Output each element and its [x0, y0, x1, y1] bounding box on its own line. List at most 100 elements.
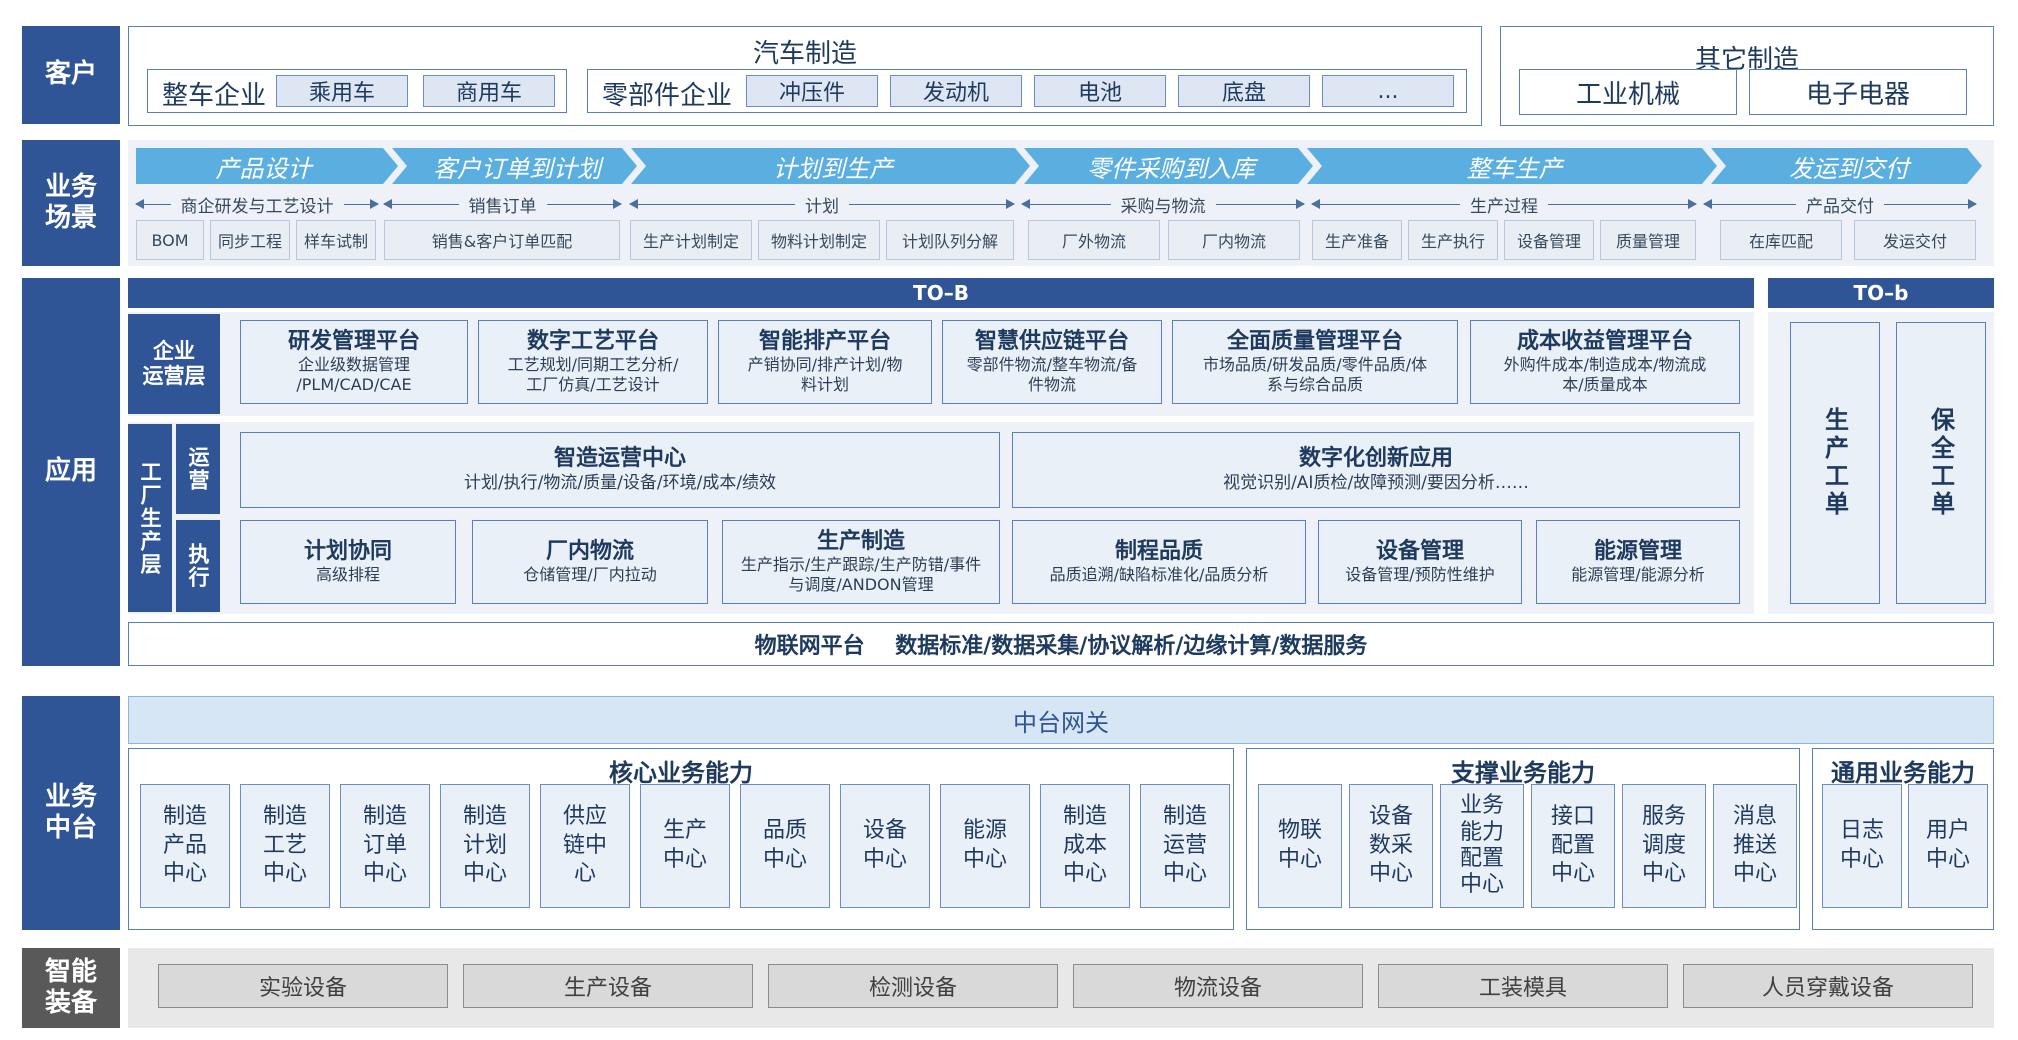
scenario-item: 厂内物流 [1168, 220, 1300, 260]
exec-box: 制程品质 品质追溯/缺陷标准化/品质分析 [1012, 520, 1306, 604]
capability-center: 制造 产品 中心 [140, 784, 230, 908]
parts-type-chip: ... [1322, 75, 1454, 107]
capability-center: 品质 中心 [740, 784, 830, 908]
scenario-item: 质量管理 [1600, 220, 1696, 260]
ops-center-box: 智造运营中心 计划/执行/物流/质量/设备/环境/成本/绩效 [240, 432, 1000, 508]
middle-gateway-bar: 中台网关 [128, 696, 1994, 744]
exec-box: 生产制造 生产指示/生产跟踪/生产防错/事件 与调度/ANDON管理 [722, 520, 1000, 604]
capability-center: 制造 成本 中心 [1040, 784, 1130, 908]
parts-enterprise-label: 零部件企业 [602, 81, 733, 111]
section-equipment-label: 智能 装备 [22, 948, 120, 1028]
capability-center: 业务 能力 配置 中心 [1440, 784, 1524, 908]
exec-box: 能源管理 能源管理/能源分析 [1536, 520, 1740, 604]
section-arrow: 产品交付 [1703, 192, 1977, 217]
scenario-item: 发运交付 [1854, 220, 1976, 260]
tob-header: TO–B [128, 278, 1754, 308]
scenario-item: 销售&客户订单匹配 [384, 220, 620, 260]
stage-product-design: 产品设计 [215, 154, 312, 183]
capability-center: 设备 中心 [840, 784, 930, 908]
section-application-label: 应用 [22, 278, 120, 666]
scenario-panel: 产品设计 客户订单到计划 计划到生产 零件采购到入库 整车生产 发运到交付 商企… [128, 140, 1994, 266]
platform-box: 智慧供应链平台 零部件物流/整车物流/备 件物流 [942, 320, 1162, 404]
section-arrow: 生产过程 [1311, 192, 1697, 217]
section-arrow: 计划 [629, 192, 1015, 217]
scenario-item: 生产准备 [1312, 220, 1402, 260]
scenario-item: 在库匹配 [1720, 220, 1842, 260]
capability-center: 制造 计划 中心 [440, 784, 530, 908]
parts-type-chip: 冲压件 [746, 75, 878, 107]
section-arrow: 销售订单 [383, 192, 622, 217]
capability-center: 能源 中心 [940, 784, 1030, 908]
tob-small-header: TO–b [1768, 278, 1994, 308]
factory-layer-label: 工厂生产层 [128, 424, 172, 612]
other-manufacturing-panel: 其它制造 工业机械 电子电器 [1500, 26, 1994, 126]
exec-label: 执行 [176, 520, 220, 612]
exec-box: 计划协同 高级排程 [240, 520, 456, 604]
section-middle-label: 业务 中台 [22, 696, 120, 930]
vehicle-enterprise-group: 整车企业 乘用车 商用车 [147, 69, 567, 113]
capability-center: 日志 中心 [1822, 784, 1902, 908]
parts-type-chip: 电池 [1034, 75, 1166, 107]
stage-shipping-delivery: 发运到交付 [1789, 154, 1909, 183]
capability-center: 用户 中心 [1908, 784, 1988, 908]
vehicle-type-chip: 乘用车 [276, 75, 408, 107]
section-scenario-label: 业务 场景 [22, 140, 120, 266]
scenario-item: 计划队列分解 [886, 220, 1014, 260]
enterprise-layer-label: 企业 运营层 [128, 314, 220, 414]
platform-box: 智能排产平台 产销协同/排产计划/物 料计划 [718, 320, 932, 404]
platform-box: 研发管理平台 企业级数据管理 /PLM/CAD/CAE [240, 320, 468, 404]
scenario-item: 生产执行 [1408, 220, 1498, 260]
capability-center: 供应 链中 心 [540, 784, 630, 908]
stage-parts-procurement: 零件采购到入库 [1087, 154, 1255, 183]
capability-center: 物联 中心 [1258, 784, 1342, 908]
support-capability-title: 支撑业务能力 [1451, 759, 1595, 787]
equipment-item: 物流设备 [1073, 964, 1363, 1008]
digital-innovation-box: 数字化创新应用 视觉识别/AI质检/故障预测/要因分析…… [1012, 432, 1740, 508]
scenario-item: 物料计划制定 [758, 220, 880, 260]
platform-box: 数字工艺平台 工艺规划/同期工艺分析/ 工厂仿真/工艺设计 [478, 320, 708, 404]
section-arrow: 采购与物流 [1021, 192, 1305, 217]
equipment-item: 检测设备 [768, 964, 1058, 1008]
section-arrow: 商企研发与工艺设计 [135, 192, 379, 217]
stage-order-to-plan: 客户订单到计划 [433, 154, 601, 183]
capability-center: 制造 工艺 中心 [240, 784, 330, 908]
auto-manufacturing-panel: 汽车制造 整车企业 乘用车 商用车 零部件企业 冲压件 发动机 电池 底盘 ..… [128, 26, 1482, 126]
section-customer-label: 客户 [22, 26, 120, 124]
scenario-item: 设备管理 [1504, 220, 1594, 260]
industry-box: 电子电器 [1749, 69, 1967, 115]
core-capability-title: 核心业务能力 [609, 759, 753, 787]
capability-center: 接口 配置 中心 [1531, 784, 1615, 908]
industry-box: 工业机械 [1519, 69, 1737, 115]
parts-type-chip: 底盘 [1178, 75, 1310, 107]
capability-center: 制造 订单 中心 [340, 784, 430, 908]
production-order-box: 生产工单 [1790, 322, 1880, 604]
equipment-item: 生产设备 [463, 964, 753, 1008]
scenario-item: 样车试制 [296, 220, 376, 260]
capability-center: 制造 运营 中心 [1140, 784, 1230, 908]
parts-type-chip: 发动机 [890, 75, 1022, 107]
auto-manufacturing-title: 汽车制造 [752, 39, 857, 69]
iot-platform-bar: 物联网平台 数据标准/数据采集/协议解析/边缘计算/数据服务 [128, 622, 1994, 666]
capability-center: 设备 数采 中心 [1349, 784, 1433, 908]
maintenance-order-box: 保全工单 [1896, 322, 1986, 604]
scenario-item: 同步工程 [210, 220, 290, 260]
general-capability-title: 通用业务能力 [1831, 759, 1975, 787]
capability-center: 服务 调度 中心 [1622, 784, 1706, 908]
stage-vehicle-production: 整车生产 [1466, 154, 1563, 183]
capability-center: 消息 推送 中心 [1713, 784, 1797, 908]
equipment-item: 实验设备 [158, 964, 448, 1008]
exec-box: 设备管理 设备管理/预防性维护 [1318, 520, 1522, 604]
platform-box: 全面质量管理平台 市场品质/研发品质/零件品质/体 系与综合品质 [1172, 320, 1458, 404]
stage-plan-to-production: 计划到生产 [773, 154, 893, 183]
exec-box: 厂内物流 仓储管理/厂内拉动 [472, 520, 708, 604]
ops-label: 运营 [176, 424, 220, 514]
equipment-item: 人员穿戴设备 [1683, 964, 1973, 1008]
vehicle-enterprise-label: 整车企业 [162, 81, 267, 111]
scenario-item: 厂外物流 [1028, 220, 1160, 260]
equipment-item: 工装模具 [1378, 964, 1668, 1008]
capability-center: 生产 中心 [640, 784, 730, 908]
scenario-item: 生产计划制定 [630, 220, 752, 260]
platform-box: 成本收益管理平台 外购件成本/制造成本/物流成 本/质量成本 [1470, 320, 1740, 404]
vehicle-type-chip: 商用车 [423, 75, 555, 107]
scenario-item: BOM [136, 220, 204, 260]
